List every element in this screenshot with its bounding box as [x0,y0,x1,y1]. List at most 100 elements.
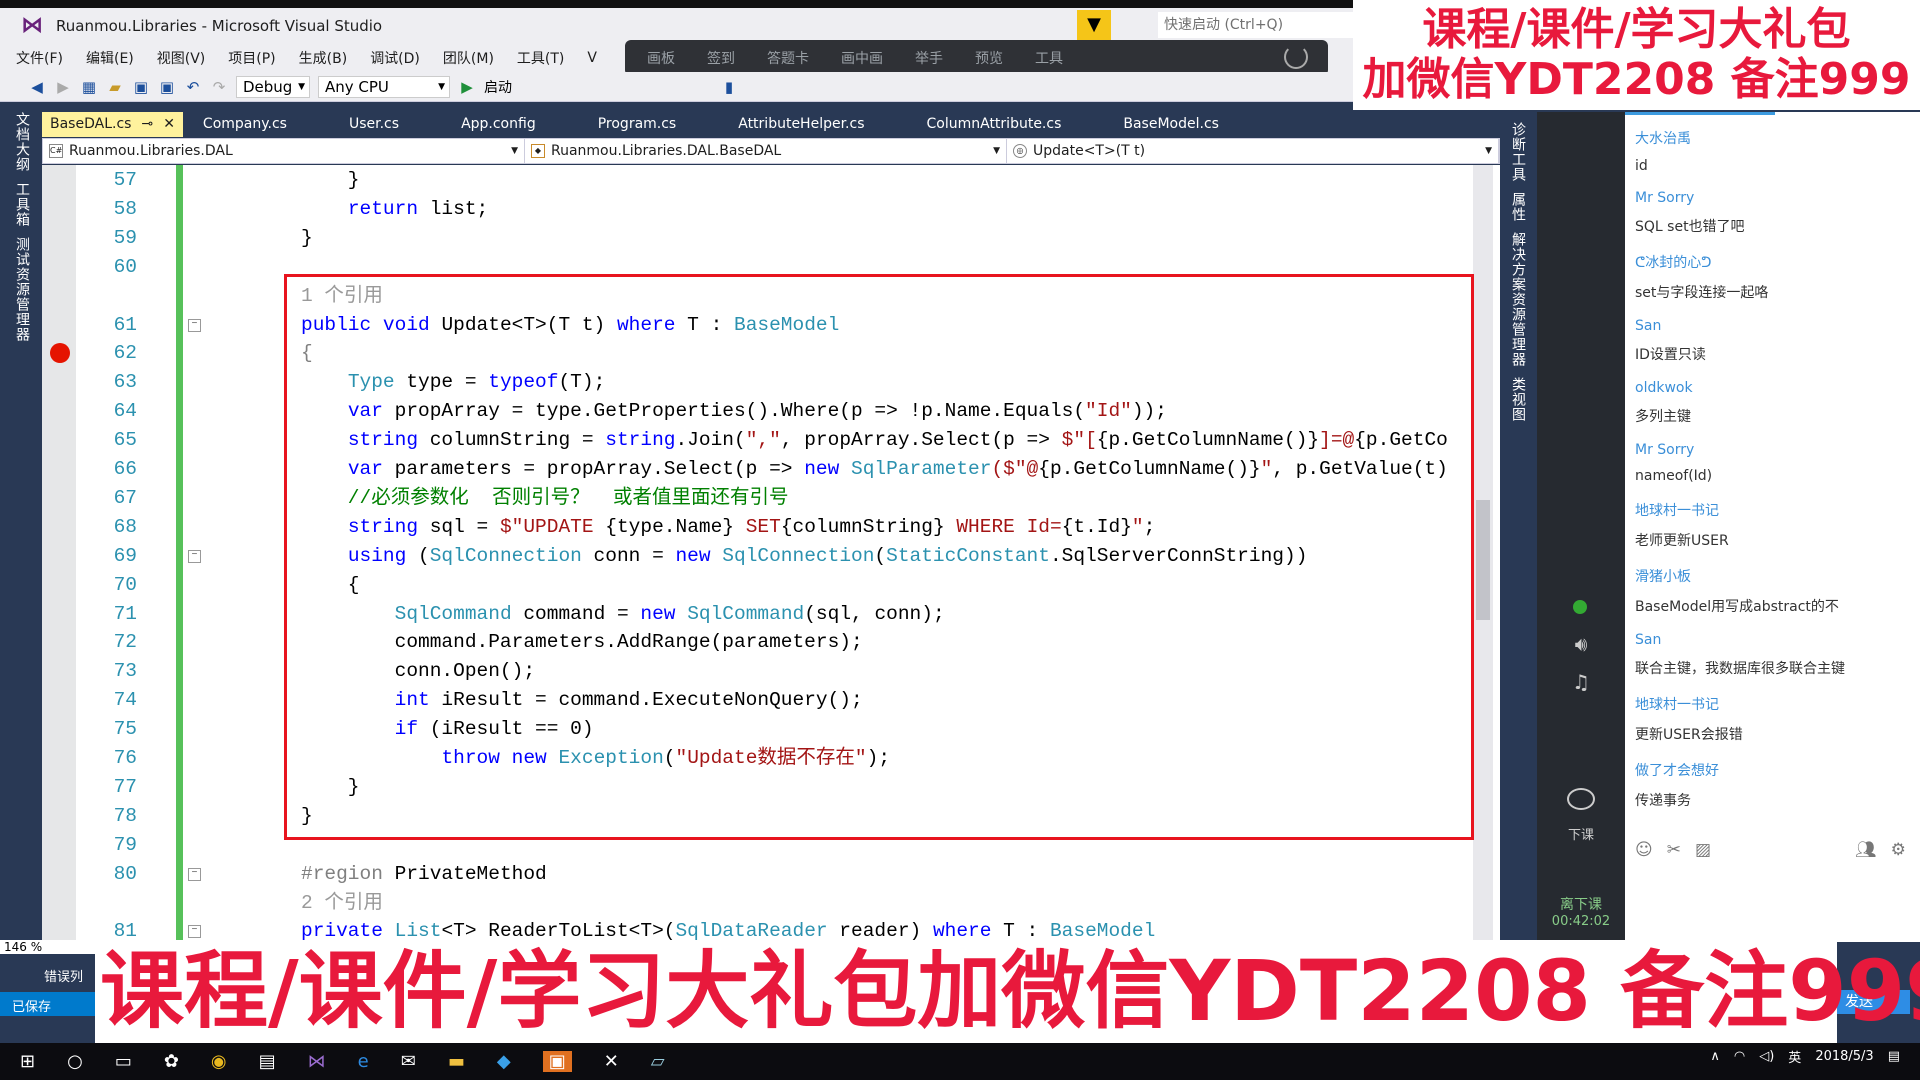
mail-icon[interactable]: ✉ [401,1051,416,1072]
new-project-icon[interactable]: ▦ [80,78,98,96]
dismiss-label[interactable]: 下课 [1537,824,1625,843]
search-icon[interactable]: ○ [67,1051,83,1072]
visual-studio-icon[interactable]: ⋈ [308,1051,326,1072]
collapse-toggle-icon[interactable]: − [188,925,201,939]
scissors-icon[interactable]: ✂ [1667,840,1681,860]
overlay-raise-hand[interactable]: 举手 [915,48,943,68]
chat-sender[interactable]: 大水治禹 [1635,128,1920,148]
chat-sender[interactable]: San [1635,318,1920,334]
code-line[interactable]: 81 − private List<T> ReaderToList<T>(SqlDa… [42,917,1482,940]
power-icon[interactable] [1284,45,1308,69]
app-icon[interactable]: ◆ [497,1051,511,1072]
menu-edit[interactable]: 编辑(E) [86,48,134,68]
zoom-level[interactable]: 146 % [0,940,95,954]
scrollbar-thumb[interactable] [1476,500,1490,620]
bookmark-icon[interactable]: ▮ [720,78,738,96]
configuration-dropdown[interactable]: Debug ▼ [236,75,310,98]
member-dropdown[interactable]: ◎ Update<T>(T t) ▼ [1007,139,1499,163]
tab-base-model[interactable]: BaseModel.cs [1111,112,1219,137]
quick-launch-input[interactable]: 快速启动 (Ctrl+Q) [1158,12,1353,38]
music-icon[interactable]: ♫ [1537,670,1625,694]
tab-program[interactable]: Program.cs [586,112,677,137]
chat-sender[interactable]: Mr Sorry [1635,190,1920,206]
menu-file[interactable]: 文件(F) [16,48,63,68]
project-dropdown[interactable]: C# Ruanmou.Libraries.DAL ▼ [43,139,525,163]
collapse-toggle-icon[interactable]: − [188,867,201,881]
app-icon[interactable]: ▱ [651,1051,665,1072]
chat-sender[interactable]: 地球村一书记 [1635,500,1920,520]
redo-icon[interactable]: ↷ [210,78,228,96]
task-view-icon[interactable]: ▭ [115,1051,132,1072]
menu-more[interactable]: V [587,50,597,66]
notification-icon[interactable]: ▤ [1888,1049,1900,1064]
collapse-toggle-icon[interactable]: − [188,318,201,332]
start-button[interactable]: 启动 [484,77,512,97]
menu-project[interactable]: 项目(P) [228,48,275,68]
chat-sender[interactable]: ᕦ冰封的心ᕤ [1635,252,1920,272]
overlay-preview[interactable]: 预览 [975,48,1003,68]
image-icon[interactable]: ▨ [1695,840,1711,860]
emoji-icon[interactable]: ☺ [1635,840,1653,860]
start-icon[interactable]: ▶ [458,78,476,96]
save-icon[interactable]: ▣ [132,78,150,96]
tab-column-attribute[interactable]: ColumnAttribute.cs [915,112,1062,137]
menu-view[interactable]: 视图(V) [157,48,206,68]
gear-icon[interactable]: ⚙ [1891,840,1906,860]
explorer-icon[interactable]: ▬ [448,1051,465,1072]
app-icon[interactable]: ✿ [164,1051,179,1072]
menu-tools[interactable]: 工具(T) [517,48,564,68]
chat-sender[interactable]: 做了才会想好 [1635,760,1920,780]
codelens-references[interactable]: 2 个引用 [42,889,1482,918]
users-icon[interactable]: 👥︎ [1855,840,1877,860]
tab-user[interactable]: User.cs [337,112,399,137]
windows-start-icon[interactable]: ⊞ [20,1051,35,1072]
chat-sender[interactable]: San [1635,632,1920,648]
edge-icon[interactable]: e [358,1051,369,1072]
filter-icon[interactable]: ▼ [1077,10,1111,40]
network-icon[interactable]: ◠ [1734,1049,1745,1064]
tab-diagnostic-tools[interactable]: 诊断工具 [1508,122,1528,182]
overlay-pip[interactable]: 画中画 [841,48,883,68]
save-all-icon[interactable]: ▣ [158,78,176,96]
clock-date[interactable]: 2018/5/3 [1815,1049,1873,1064]
tools-icon[interactable]: ✕ [604,1051,619,1072]
back-icon[interactable]: ◀ [28,78,46,96]
chat-sender[interactable]: Mr Sorry [1635,442,1920,458]
tab-company[interactable]: Company.cs [191,112,287,137]
code-line[interactable]: 59} [42,224,1482,253]
tab-class-view[interactable]: 类视图 [1508,377,1528,422]
app-icon[interactable]: ▤ [259,1051,276,1072]
tab-test-explorer[interactable]: 测试资源管理器 [12,237,32,342]
chat-sender[interactable]: oldkwok [1635,380,1920,396]
menu-debug[interactable]: 调试(D) [370,48,420,68]
tab-app-config[interactable]: App.config [449,112,536,137]
app-icon[interactable]: ▣ [542,1051,572,1072]
chrome-icon[interactable]: ◉ [211,1051,227,1072]
close-icon[interactable]: ✕ [163,112,175,137]
code-line[interactable]: 57 } [42,166,1482,195]
collapse-toggle-icon[interactable]: − [188,549,201,563]
mic-icon[interactable] [1573,600,1587,614]
open-icon[interactable]: ▰ [106,78,124,96]
chevron-up-icon[interactable]: ∧ [1710,1049,1720,1064]
ime-indicator[interactable]: 英 [1788,1047,1801,1066]
speaker-icon[interactable]: 🔊︎ [1537,632,1625,656]
undo-icon[interactable]: ↶ [184,78,202,96]
code-line[interactable]: 58 return list; [42,195,1482,224]
class-dropdown[interactable]: ◆ Ruanmou.Libraries.DAL.BaseDAL ▼ [525,139,1007,163]
error-list-tab[interactable]: 错误列 [44,966,83,985]
tab-toolbox[interactable]: 工具箱 [12,182,32,227]
platform-dropdown[interactable]: Any CPU ▼ [318,75,450,98]
pin-icon[interactable]: ⊸ [141,112,153,137]
menu-team[interactable]: 团队(M) [443,48,494,68]
overlay-whiteboard[interactable]: 画板 [647,48,675,68]
tab-properties[interactable]: 属性 [1508,192,1528,222]
code-line[interactable]: 80 − #region PrivateMethod [42,860,1482,889]
tab-attribute-helper[interactable]: AttributeHelper.cs [726,112,864,137]
editor-scrollbar[interactable] [1473,165,1493,940]
chat-sender[interactable]: 滑猪小板 [1635,566,1920,586]
tab-solution-explorer[interactable]: 解决方案资源管理器 [1508,232,1528,367]
tab-basedal[interactable]: BaseDAL.cs ⊸ ✕ [42,112,183,137]
overlay-answer-card[interactable]: 答题卡 [767,48,809,68]
overlay-tools[interactable]: 工具 [1035,48,1063,68]
